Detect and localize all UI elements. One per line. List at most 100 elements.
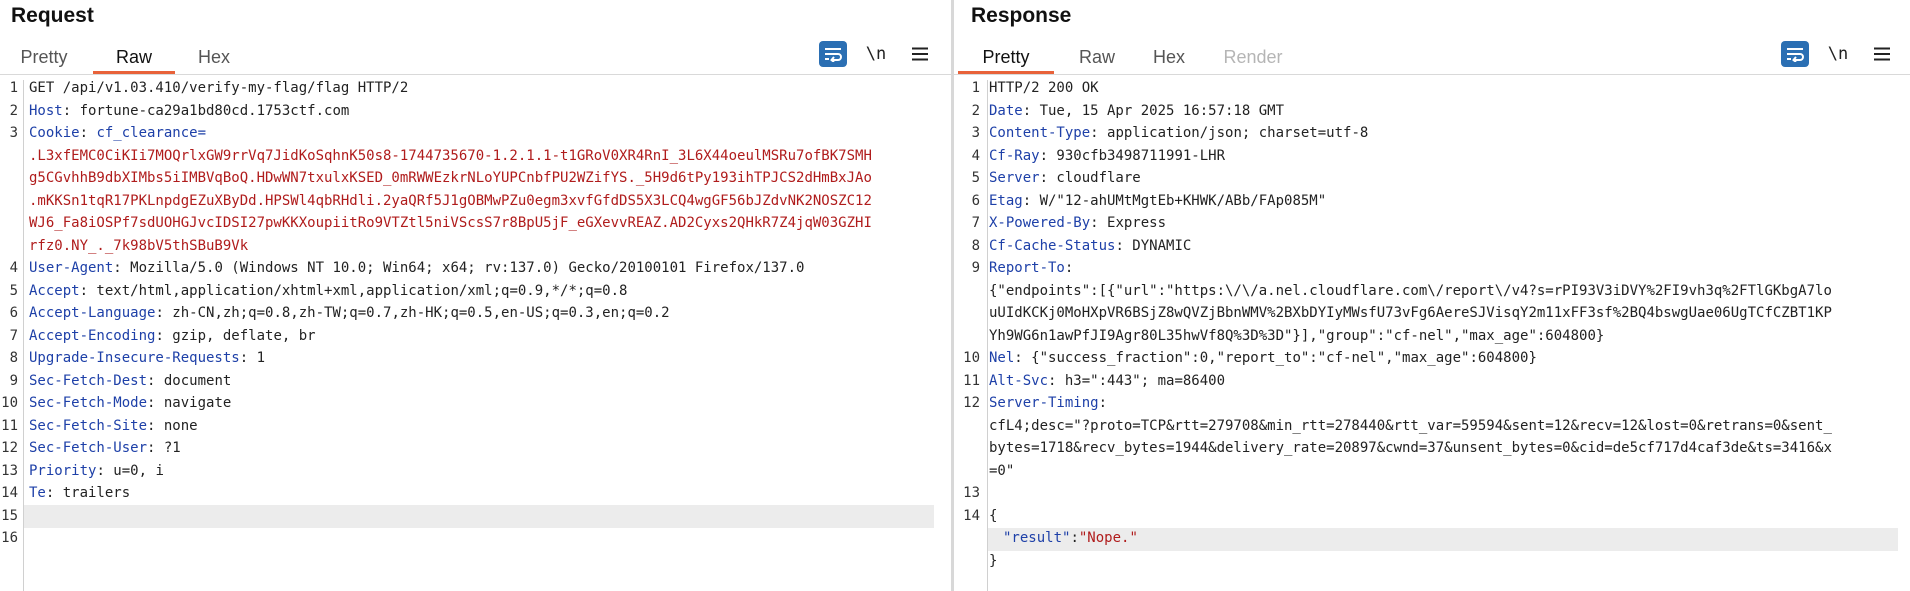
- header-name: Date: [989, 102, 1023, 119]
- newline-toggle[interactable]: \n: [1824, 41, 1852, 67]
- line-number: 7: [971, 215, 980, 231]
- header-value: : u=0, i: [96, 462, 164, 479]
- word-wrap-icon: [1787, 48, 1804, 62]
- response-header-line: Date: Tue, 15 Apr 2025 16:57:18 GMT: [989, 103, 1284, 119]
- tab-hex[interactable]: Hex: [185, 42, 243, 72]
- word-wrap-toggle[interactable]: [1781, 41, 1809, 67]
- tab-pretty[interactable]: Pretty: [7, 42, 81, 72]
- line-number: 12: [963, 395, 980, 411]
- header-name: Server-Timing: [989, 395, 1099, 411]
- tab-hex[interactable]: Hex: [1140, 42, 1198, 72]
- line-number: 1: [9, 80, 18, 96]
- header-continuation: uUIdKCKj0MoHXpVR6BSjZ8wQVZjBbnWMV%2BXbDY…: [989, 305, 1832, 321]
- header-continuation: Yh9WG6n1awPfJI9Agr80L35hwVf8Q%3D%3D"}],"…: [989, 327, 1605, 344]
- line-number: 5: [971, 170, 980, 186]
- line-number: 16: [1, 530, 18, 546]
- line-number: 13: [1, 462, 18, 479]
- request-line: GET /api/v1.03.410/verify-my-flag/flag H…: [29, 80, 409, 96]
- cookie-value-line: .mKKSn1tqR17PKLnpdgEZuXByDd.HPSWl4qbRHdl…: [29, 192, 872, 209]
- header-name: Te: [29, 485, 46, 501]
- header-value: : Express: [1090, 215, 1167, 231]
- cookie-value-line: .L3xfEMC0CiKIi7MOQrlxGW9rrVq7JidKoSqhnK5…: [29, 147, 872, 164]
- header-value: : {"success_fraction":0,"report_to":"cf-…: [1014, 350, 1537, 366]
- response-header-line: Server-Timing:: [989, 395, 1107, 411]
- line-number: 4: [971, 147, 980, 164]
- request-header-line: Priority: u=0, i: [29, 463, 164, 479]
- header-name: Sec-Fetch-Site: [29, 417, 148, 434]
- header-value: : 930cfb3498711991-LHR: [1039, 147, 1226, 164]
- header-continuation: {"endpoints":[{"url":"https:\/\/a.nel.cl…: [989, 282, 1832, 299]
- header-continuation: bytes=1718&recv_bytes=1944&delivery_rate…: [989, 440, 1832, 456]
- newline-toggle[interactable]: \n: [862, 41, 890, 67]
- header-name: Accept: [29, 282, 80, 299]
- header-name: Accept-Encoding: [29, 327, 156, 344]
- header-name: Sec-Fetch-User: [29, 440, 148, 456]
- line-number: 11: [963, 372, 980, 389]
- header-name: Accept-Language: [29, 305, 156, 321]
- line-number: 3: [9, 125, 18, 141]
- current-line-highlight: [24, 505, 934, 528]
- header-name: Content-Type: [989, 125, 1091, 141]
- header-name: Sec-Fetch-Mode: [29, 395, 148, 411]
- line-number: 6: [971, 192, 980, 209]
- tab-raw[interactable]: Raw: [93, 42, 175, 74]
- tab-render[interactable]: Render: [1208, 42, 1298, 72]
- response-pane: Response Pretty Raw Hex Render \n 1 2 3 …: [954, 0, 1910, 591]
- line-number: 9: [971, 260, 980, 276]
- tab-raw[interactable]: Raw: [1064, 42, 1130, 72]
- cookie-value-line: rfz0.NY_._7k98bV5thSBuB9Vk: [29, 237, 249, 254]
- response-header-line: Nel: {"success_fraction":0,"report_to":"…: [989, 350, 1537, 366]
- request-editor[interactable]: 1 2 3 4 5 6 7 8 9 10 11 12 13 14 15 16 G…: [0, 80, 951, 591]
- cookie-value-line: g5CGvhhB9dbXIMbs5iIMBVqBoQ.HDwWN7txulxKS…: [29, 170, 872, 186]
- header-value: : h3=":443"; ma=86400: [1048, 372, 1226, 389]
- request-title: Request: [11, 4, 94, 27]
- header-value: : fortune-ca29a1bd80cd.1753ctf.com: [62, 102, 350, 119]
- header-continuation: =0": [989, 462, 1015, 479]
- line-number: 4: [9, 260, 18, 276]
- header-name: Cf-Ray: [989, 147, 1040, 164]
- header-name: Priority: [29, 462, 97, 479]
- header-name: Report-To: [989, 260, 1065, 276]
- header-value: : zh-CN,zh;q=0.8,zh-TW;q=0.7,zh-HK;q=0.5…: [155, 305, 670, 321]
- header-name: Sec-Fetch-Dest: [29, 372, 148, 389]
- header-name: Cookie: [29, 125, 80, 141]
- header-name: Upgrade-Insecure-Requests: [29, 350, 240, 366]
- line-number: 3: [971, 125, 980, 141]
- header-value: : cloudflare: [1039, 170, 1141, 186]
- header-value: : W/"12-ahUMtMgtEb+KHWK/ABb/FAp085M": [1022, 192, 1327, 209]
- status-line: HTTP/2 200 OK: [989, 80, 1099, 96]
- header-value: : application/json; charset=utf-8: [1090, 125, 1369, 141]
- response-header-line: Cf-Ray: 930cfb3498711991-LHR: [989, 148, 1225, 164]
- request-header-line: Upgrade-Insecure-Requests: 1: [29, 350, 265, 366]
- request-menu-button[interactable]: [906, 41, 934, 67]
- line-number: 7: [9, 327, 18, 344]
- request-line-gutter: 1 2 3 4 5 6 7 8 9 10 11 12 13 14 15 16: [0, 80, 24, 591]
- header-name: Server: [989, 170, 1040, 186]
- header-value: : Mozilla/5.0 (Windows NT 10.0; Win64; x…: [113, 260, 805, 276]
- response-line-gutter: 1 2 3 4 5 6 7 8 9 10 11 12 13 14: [954, 80, 988, 591]
- header-value: : trailers: [45, 485, 131, 501]
- hamburger-menu-icon: [1874, 47, 1890, 61]
- request-header-line: Sec-Fetch-Site: none: [29, 418, 198, 434]
- header-value: : text/html,application/xhtml+xml,applic…: [79, 282, 628, 299]
- line-number: 9: [9, 372, 18, 389]
- header-value: : none: [147, 417, 198, 434]
- response-menu-button[interactable]: [1868, 41, 1896, 67]
- tab-pretty[interactable]: Pretty: [958, 42, 1054, 74]
- line-number: 12: [1, 440, 18, 456]
- line-number: 11: [1, 417, 18, 434]
- header-name: Nel: [989, 350, 1015, 366]
- response-editor[interactable]: 1 2 3 4 5 6 7 8 9 10 11 12 13 14 HTTP/2 …: [954, 80, 1910, 591]
- line-number: 1: [971, 80, 980, 96]
- word-wrap-toggle[interactable]: [819, 41, 847, 67]
- header-name: Alt-Svc: [989, 372, 1049, 389]
- request-header-line: Sec-Fetch-Dest: document: [29, 373, 231, 389]
- cookie-equals: =: [197, 125, 207, 141]
- line-number: 5: [9, 282, 18, 299]
- header-separator: :: [79, 125, 97, 141]
- line-number: 8: [9, 350, 18, 366]
- line-number: 8: [971, 237, 980, 254]
- line-number: 6: [9, 305, 18, 321]
- line-number: 2: [9, 102, 18, 119]
- response-header-line: Report-To:: [989, 260, 1073, 276]
